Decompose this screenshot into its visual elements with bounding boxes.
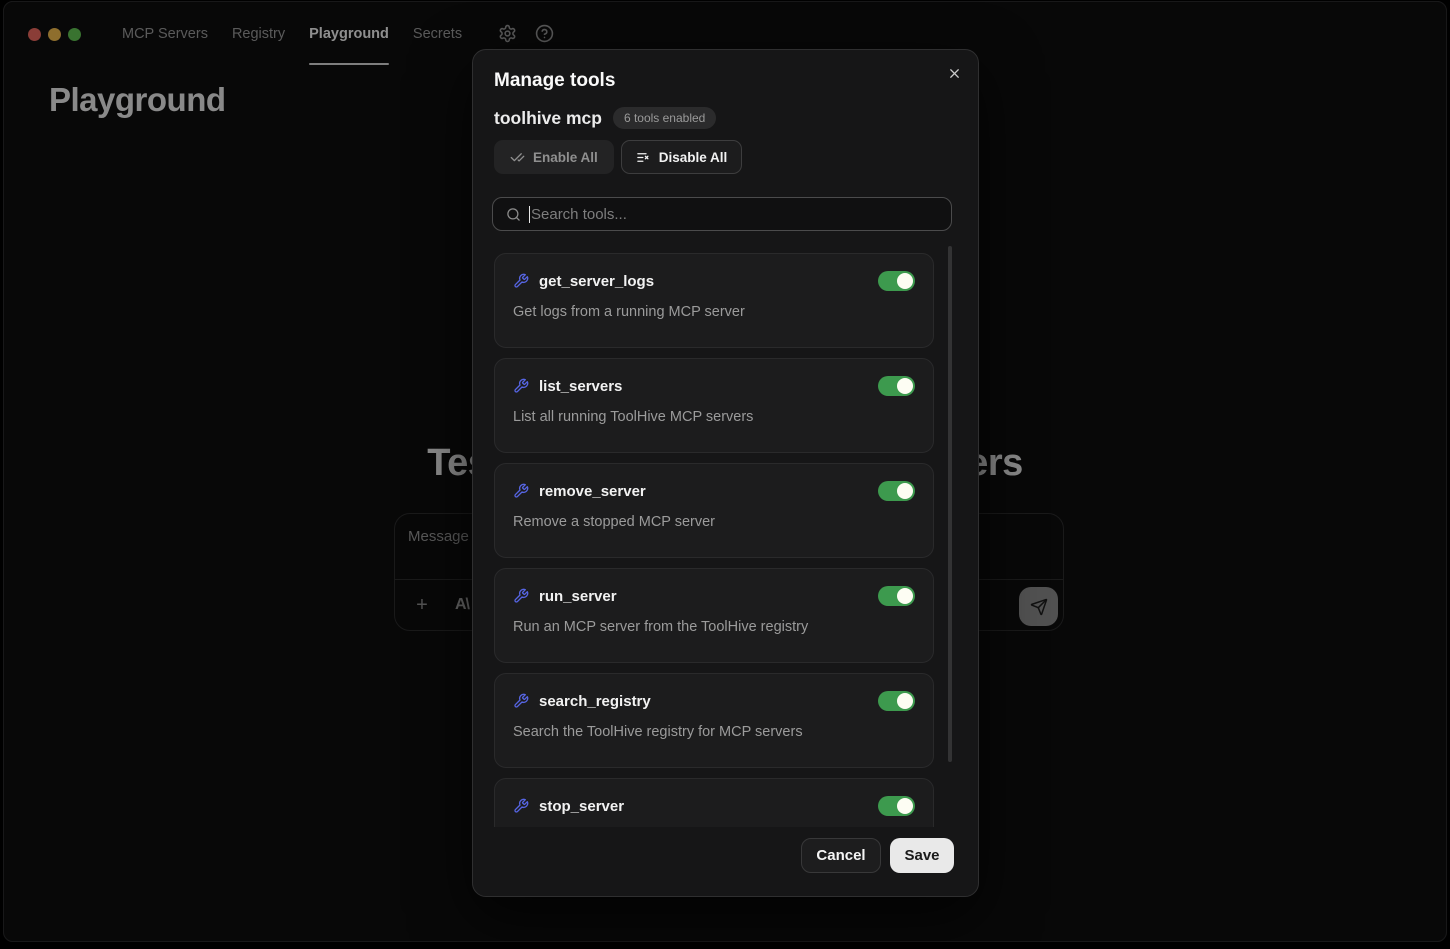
screen: MCP Servers Registry Playground Secrets …: [0, 0, 1450, 949]
wrench-icon: [513, 273, 529, 289]
tool-toggle[interactable]: [878, 271, 915, 291]
dialog-title: Manage tools: [494, 70, 615, 92]
tool-card: get_server_logs Get logs from a running …: [494, 253, 934, 348]
tool-toggle[interactable]: [878, 796, 915, 816]
scrollbar-thumb[interactable]: [948, 246, 952, 762]
tool-card: list_servers List all running ToolHive M…: [494, 358, 934, 453]
wrench-icon: [513, 483, 529, 499]
tool-description: List all running ToolHive MCP servers: [513, 409, 915, 425]
search-tools-field[interactable]: [492, 197, 952, 231]
check-check-icon: [510, 150, 525, 165]
tool-name: run_server: [539, 588, 617, 605]
tool-name: list_servers: [539, 378, 622, 395]
enable-all-button[interactable]: Enable All: [494, 140, 614, 174]
search-tools-input[interactable]: [531, 206, 951, 223]
tool-description: Remove a stopped MCP server: [513, 514, 915, 530]
tool-toggle[interactable]: [878, 481, 915, 501]
dialog-footer: Cancel Save: [801, 838, 954, 873]
tools-enabled-badge: 6 tools enabled: [613, 107, 716, 129]
tool-name: remove_server: [539, 483, 646, 500]
server-row: toolhive mcp 6 tools enabled: [494, 107, 716, 129]
save-button[interactable]: Save: [890, 838, 954, 873]
list-x-icon: [636, 150, 651, 165]
bulk-action-row: Enable All Disable All: [494, 140, 742, 174]
tool-toggle[interactable]: [878, 586, 915, 606]
tool-toggle[interactable]: [878, 691, 915, 711]
close-icon[interactable]: [944, 63, 964, 83]
search-icon: [506, 207, 521, 222]
wrench-icon: [513, 588, 529, 604]
manage-tools-dialog: Manage tools toolhive mcp 6 tools enable…: [472, 49, 979, 897]
tool-toggle[interactable]: [878, 376, 915, 396]
wrench-icon: [513, 693, 529, 709]
wrench-icon: [513, 798, 529, 814]
tool-card: run_server Run an MCP server from the To…: [494, 568, 934, 663]
tool-description: Search the ToolHive registry for MCP ser…: [513, 724, 915, 740]
tool-name: search_registry: [539, 693, 651, 710]
text-caret: [529, 206, 530, 223]
tool-card: search_registry Search the ToolHive regi…: [494, 673, 934, 768]
server-name: toolhive mcp: [494, 108, 602, 129]
tool-card: remove_server Remove a stopped MCP serve…: [494, 463, 934, 558]
cancel-button[interactable]: Cancel: [801, 838, 881, 873]
tool-list-viewport: get_server_logs Get logs from a running …: [494, 240, 934, 827]
tool-list: get_server_logs Get logs from a running …: [494, 240, 934, 827]
tool-name: get_server_logs: [539, 273, 654, 290]
tool-description: Get logs from a running MCP server: [513, 304, 915, 320]
tool-description: Run an MCP server from the ToolHive regi…: [513, 619, 915, 635]
tool-name: stop_server: [539, 798, 624, 815]
wrench-icon: [513, 378, 529, 394]
tool-card: stop_server: [494, 778, 934, 827]
disable-all-button[interactable]: Disable All: [621, 140, 743, 174]
